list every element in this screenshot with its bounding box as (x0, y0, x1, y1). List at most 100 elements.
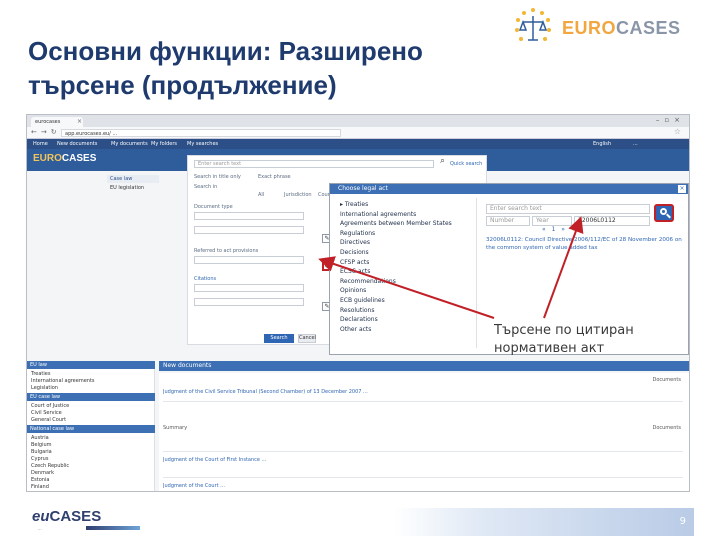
app-logo-euro: EURO (33, 153, 62, 164)
category-item[interactable]: Belgium (31, 442, 52, 448)
document-meta: Documents (652, 377, 681, 383)
tree-item[interactable]: Decisions (340, 248, 470, 258)
exact-phrase-checkbox[interactable]: Exact phrase (258, 174, 291, 180)
search-result-link[interactable]: 32006L0112: Council Directive 2006/112/E… (486, 236, 682, 252)
slide-title: Основни функции: Разширено търсене (прод… (28, 36, 423, 100)
address-bar: ←→↻ app.eurocases.eu/ ... ☆ (27, 127, 689, 139)
radio-all[interactable]: All (258, 192, 264, 198)
close-icon[interactable]: × (77, 117, 82, 127)
search-icon[interactable]: ⌕ (440, 156, 445, 166)
category-item[interactable]: Estonia (31, 477, 49, 483)
citations-field-2[interactable] (194, 298, 304, 306)
app-logo[interactable]: EUROCASES (33, 153, 96, 164)
nav-my-searches[interactable]: My searches (187, 139, 218, 149)
document-link[interactable]: Summary (163, 425, 633, 431)
url-field[interactable]: app.eurocases.eu/ ... (61, 129, 341, 137)
bookmark-star-icon[interactable]: ☆ (674, 127, 681, 136)
search-input[interactable]: Enter search text (194, 160, 434, 168)
user-menu[interactable]: ... (633, 139, 638, 149)
legal-act-tree: ▸ Treaties International agreements Agre… (340, 200, 470, 334)
tree-item-label: Treaties (344, 201, 369, 208)
leftnav-eu-legislation[interactable]: EU legislation (107, 185, 144, 191)
category-item[interactable]: Legislation (31, 385, 58, 391)
new-documents-header: New documents (159, 361, 689, 371)
section-national-case-law[interactable]: National case law (27, 425, 155, 433)
wordmark-cases: CASES (616, 18, 681, 38)
nav-new-documents[interactable]: New documents (57, 139, 97, 149)
logo-underline (86, 526, 140, 530)
document-type-label: Document type (194, 204, 233, 210)
window-controls[interactable]: –▫× (656, 116, 685, 124)
category-item[interactable]: Czech Republic (31, 463, 69, 469)
tree-item[interactable]: ▸ Treaties (340, 200, 470, 210)
quick-search-link[interactable]: Quick search (450, 161, 482, 167)
search-title-only-checkbox[interactable]: Search in title only (194, 174, 241, 180)
referenced-act-field[interactable] (194, 256, 304, 264)
tree-item[interactable]: International agreements (340, 210, 470, 220)
tab-label: eurocases (35, 119, 61, 125)
nav-my-documents[interactable]: My documents (111, 139, 148, 149)
close-icon[interactable]: × (678, 185, 686, 193)
category-item[interactable]: Treaties (31, 371, 50, 377)
new-documents-list: Judgment of the Civil Service Tribunal (… (159, 373, 689, 491)
document-type-field[interactable] (194, 212, 304, 220)
section-eu-law[interactable]: EU law (27, 361, 155, 369)
dialog-search-input[interactable]: Enter search text (486, 204, 650, 214)
tree-item[interactable]: Opinions (340, 286, 470, 296)
jurisdiction-field[interactable] (194, 226, 304, 234)
language-select[interactable]: English (593, 139, 611, 149)
citations-field[interactable] (194, 284, 304, 292)
document-link[interactable]: Judgment of the Court ... (163, 483, 633, 489)
eurocases-logo: EUROCASES (508, 6, 708, 50)
tree-item[interactable]: ECB guidelines (340, 296, 470, 306)
nav-home[interactable]: Home (33, 139, 48, 149)
tree-item[interactable]: Declarations (340, 315, 470, 325)
category-item[interactable]: Bulgaria (31, 449, 52, 455)
year-input[interactable]: Year (532, 216, 572, 226)
category-item[interactable]: Civil Service (31, 410, 62, 416)
category-item[interactable]: Denmark (31, 470, 54, 476)
tree-item[interactable]: Recommendations (340, 277, 470, 287)
logo-tagline: ... (38, 526, 42, 531)
number-input[interactable]: Number (486, 216, 530, 226)
radio-jurisdiction[interactable]: Jurisdiction (284, 192, 312, 198)
category-item[interactable]: International agreements (31, 378, 95, 384)
left-nav: Case law EU legislation (107, 175, 177, 205)
section-eu-case-law[interactable]: EU case law (27, 393, 155, 401)
divider (163, 451, 683, 452)
category-item[interactable]: General Court (31, 417, 66, 423)
eu-stars-scales-icon (515, 8, 551, 41)
tree-item[interactable]: Directives (340, 238, 470, 248)
category-item[interactable]: Court of Justice (31, 403, 69, 409)
wordmark-cases: CASES (49, 508, 102, 525)
celex-input[interactable]: 32006L0112 (574, 216, 650, 226)
pager[interactable]: « 1 » (542, 226, 567, 233)
search-in-label: Search in (194, 184, 218, 190)
leftnav-case-law[interactable]: Case law (107, 175, 159, 183)
document-link[interactable]: Judgment of the Court of First Instance … (163, 457, 633, 463)
browser-screenshot: eurocases × –▫× ←→↻ app.eurocases.eu/ ..… (26, 114, 690, 492)
tree-item[interactable]: Regulations (340, 229, 470, 239)
tree-item[interactable]: ECSC acts (340, 267, 470, 277)
document-categories: EU law Treaties International agreements… (27, 361, 155, 491)
dialog-divider (476, 198, 477, 348)
document-link[interactable]: Judgment of the Civil Service Tribunal (… (163, 389, 633, 395)
page-number: 9 (679, 516, 686, 527)
nav-my-folders[interactable]: My folders (151, 139, 177, 149)
eucases-logo: euCASES ... (26, 506, 140, 534)
cancel-button[interactable]: Cancel (298, 334, 316, 343)
tree-item[interactable]: Agreements between Member States (340, 219, 470, 229)
tree-item[interactable]: Other acts (340, 325, 470, 335)
wordmark-eu: eu (32, 508, 50, 525)
tree-item[interactable]: CFSP acts (340, 258, 470, 268)
browser-tab[interactable]: eurocases × (31, 117, 83, 127)
nav-arrows-icon[interactable]: ←→↻ (31, 128, 61, 136)
tree-item[interactable]: Resolutions (340, 306, 470, 316)
dialog-search-button[interactable] (654, 204, 674, 222)
category-item[interactable]: Finland (31, 484, 49, 490)
category-item[interactable]: Cyprus (31, 456, 48, 462)
footer-bar: 9 (394, 508, 694, 536)
category-item[interactable]: Austria (31, 435, 49, 441)
eurocases-wordmark: EUROCASES (562, 18, 681, 39)
search-button[interactable]: Search (264, 334, 294, 343)
